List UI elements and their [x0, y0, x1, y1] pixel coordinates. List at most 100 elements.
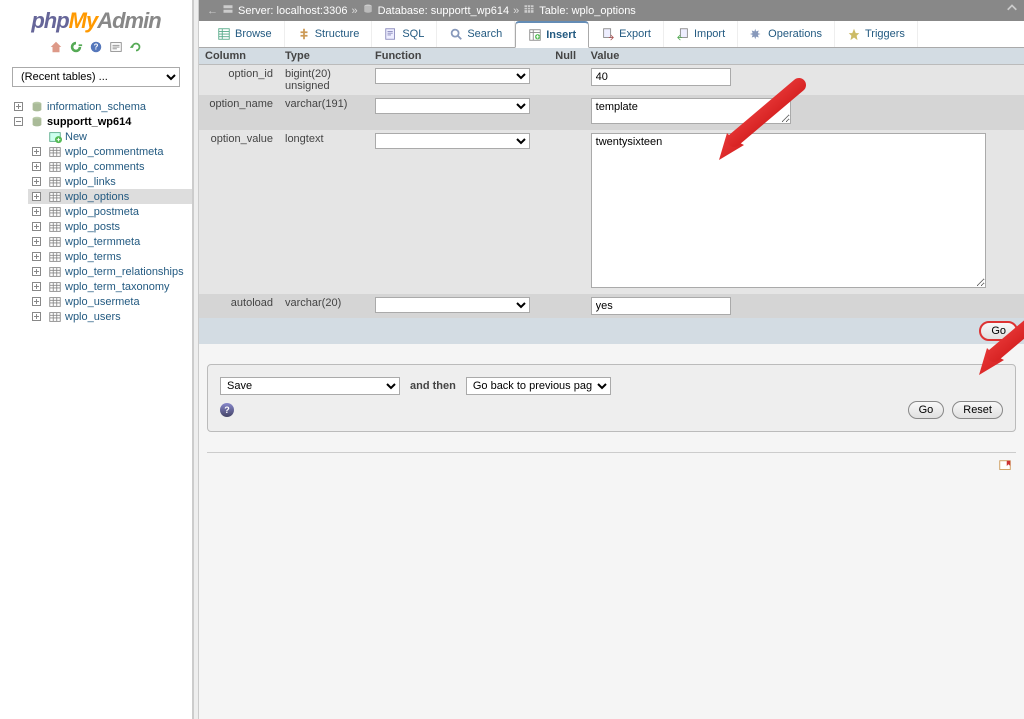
value-input[interactable]	[591, 68, 731, 86]
tree-label: wplo_postmeta	[63, 206, 139, 218]
go-button[interactable]: Go	[979, 321, 1018, 341]
logo[interactable]: phpMyAdmin	[0, 0, 192, 38]
tab-structure[interactable]: Structure	[285, 21, 373, 47]
expand-icon[interactable]	[32, 147, 47, 156]
function-select[interactable]	[375, 297, 530, 313]
db-label: information_schema	[45, 101, 146, 113]
tree-label: wplo_links	[63, 176, 116, 188]
separator: »	[351, 5, 357, 17]
db-label: supportt_wp614	[45, 116, 131, 128]
tab-browse[interactable]: Browse	[205, 21, 285, 47]
expand-icon[interactable]	[32, 192, 47, 201]
go-button-2[interactable]: Go	[908, 401, 945, 419]
table-node[interactable]: wplo_termmeta	[28, 234, 192, 249]
breadcrumb-table[interactable]: Table: wplo_options	[539, 5, 636, 17]
expand-icon[interactable]	[14, 102, 29, 111]
tab-triggers[interactable]: Triggers	[835, 21, 918, 47]
col-header-value: Value	[585, 48, 1024, 65]
table-browse-icon[interactable]	[47, 265, 63, 279]
reload-icon[interactable]	[129, 40, 143, 57]
recent-tables-select[interactable]: (Recent tables) ...	[12, 67, 180, 87]
expand-icon[interactable]	[32, 267, 47, 276]
table-header-row: Column Type Function Null Value	[199, 48, 1024, 65]
tree-label: wplo_posts	[63, 221, 120, 233]
reset-button[interactable]: Reset	[952, 401, 1003, 419]
table-browse-icon[interactable]	[47, 220, 63, 234]
table-browse-icon[interactable]	[47, 280, 63, 294]
table-browse-icon[interactable]	[47, 235, 63, 249]
table-browse-icon[interactable]	[47, 310, 63, 324]
collapse-icon[interactable]	[14, 117, 29, 126]
sql-icon[interactable]	[109, 40, 123, 57]
table-browse-icon[interactable]	[47, 295, 63, 309]
table-node[interactable]: wplo_users	[28, 309, 192, 324]
value-textarea[interactable]: twentysixteen	[591, 133, 986, 288]
help-icon[interactable]: ?	[220, 403, 234, 417]
table-icon	[523, 3, 535, 18]
table-node[interactable]: wplo_commentmeta	[28, 144, 192, 159]
tab-insert[interactable]: Insert	[515, 21, 589, 48]
breadcrumb-server[interactable]: Server: localhost:3306	[238, 5, 347, 17]
table-node[interactable]: wplo_term_taxonomy	[28, 279, 192, 294]
expand-icon[interactable]	[32, 282, 47, 291]
column-type: varchar(20)	[279, 294, 369, 318]
table-node[interactable]: wplo_usermeta	[28, 294, 192, 309]
expand-icon[interactable]	[32, 207, 47, 216]
tree-label: wplo_commentmeta	[63, 146, 163, 158]
table-browse-icon[interactable]	[47, 175, 63, 189]
new-table-link[interactable]: New	[28, 129, 192, 144]
function-select[interactable]	[375, 133, 530, 149]
breadcrumb: ← Server: localhost:3306 » Database: sup…	[199, 0, 1024, 21]
tree-label: wplo_terms	[63, 251, 121, 263]
value-textarea[interactable]: template	[591, 98, 791, 124]
tree-label: wplo_options	[63, 191, 129, 203]
tab-search[interactable]: Search	[437, 21, 515, 47]
table-row: option_id bigint(20) unsigned	[199, 65, 1024, 96]
value-input[interactable]	[591, 297, 731, 315]
breadcrumb-database[interactable]: Database: supportt_wp614	[378, 5, 509, 17]
docs-icon[interactable]: ?	[89, 40, 103, 57]
table-browse-icon[interactable]	[47, 160, 63, 174]
table-node[interactable]: wplo_posts	[28, 219, 192, 234]
function-select[interactable]	[375, 98, 530, 114]
table-browse-icon[interactable]	[47, 205, 63, 219]
tab-export[interactable]: Export	[589, 21, 664, 47]
tab-sql[interactable]: SQL	[372, 21, 437, 47]
col-header-null: Null	[549, 48, 584, 65]
table-node[interactable]: wplo_options	[28, 189, 192, 204]
after-action-select[interactable]: Go back to previous page	[466, 377, 611, 395]
db-node[interactable]: supportt_wp614	[10, 114, 192, 129]
tab-operations[interactable]: Operations	[738, 21, 835, 47]
save-mode-select[interactable]: Save	[220, 377, 400, 395]
table-node[interactable]: wplo_comments	[28, 159, 192, 174]
collapse-top-icon[interactable]	[1006, 2, 1018, 17]
col-header-function: Function	[369, 48, 549, 65]
table-browse-icon[interactable]	[47, 190, 63, 204]
server-icon	[222, 3, 234, 18]
sidebar: phpMyAdmin ? (Recent tables) ... informa…	[0, 0, 193, 719]
table-node[interactable]: wplo_links	[28, 174, 192, 189]
table-node[interactable]: wplo_terms	[28, 249, 192, 264]
expand-icon[interactable]	[32, 177, 47, 186]
nav-toggle-icon[interactable]: ←	[207, 5, 218, 17]
function-select[interactable]	[375, 68, 530, 84]
expand-icon[interactable]	[32, 162, 47, 171]
logout-icon[interactable]	[69, 40, 83, 57]
home-icon[interactable]	[49, 40, 63, 57]
bookmark-icon[interactable]	[199, 459, 1024, 476]
table-node[interactable]: wplo_postmeta	[28, 204, 192, 219]
tab-import[interactable]: Import	[664, 21, 738, 47]
new-icon	[47, 130, 63, 144]
main-panel: ← Server: localhost:3306 » Database: sup…	[199, 0, 1024, 719]
expand-icon[interactable]	[32, 222, 47, 231]
expand-icon[interactable]	[32, 252, 47, 261]
expand-icon[interactable]	[32, 237, 47, 246]
tree-label: wplo_users	[63, 311, 121, 323]
expand-icon[interactable]	[32, 297, 47, 306]
expand-icon[interactable]	[32, 312, 47, 321]
table-browse-icon[interactable]	[47, 250, 63, 264]
table-node[interactable]: wplo_term_relationships	[28, 264, 192, 279]
db-node[interactable]: information_schema	[10, 99, 192, 114]
table-browse-icon[interactable]	[47, 145, 63, 159]
separator: »	[513, 5, 519, 17]
